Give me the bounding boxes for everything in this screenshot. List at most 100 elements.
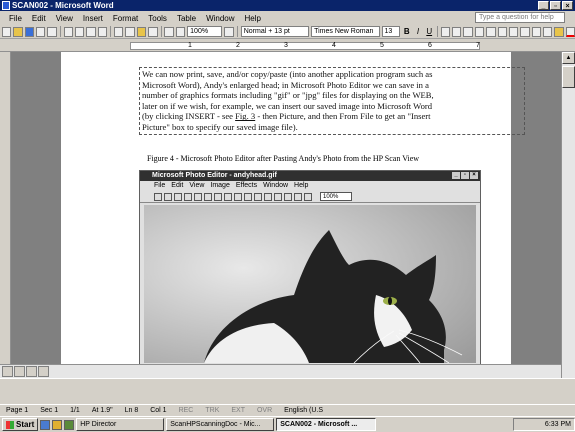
- line-spacing-icon[interactable]: [486, 26, 496, 37]
- justify-icon[interactable]: [474, 26, 485, 37]
- permission-icon[interactable]: [36, 26, 46, 37]
- document-canvas[interactable]: We can now print, save, and/or copy/past…: [11, 52, 561, 364]
- font-select[interactable]: Times New Roman: [311, 26, 380, 37]
- outline-view-icon[interactable]: [38, 366, 49, 377]
- new-document-icon[interactable]: [2, 26, 12, 37]
- help-icon[interactable]: [224, 26, 234, 37]
- help-question-box[interactable]: Type a question for help: [475, 12, 565, 23]
- font-color-icon[interactable]: [565, 26, 575, 37]
- outside-border-icon[interactable]: [542, 26, 553, 37]
- scroll-up-arrow-icon[interactable]: ▲: [562, 52, 575, 64]
- italic-button[interactable]: I: [413, 27, 422, 37]
- menu-edit[interactable]: Edit: [27, 14, 51, 23]
- status-ovr[interactable]: OVR: [251, 407, 278, 414]
- increase-indent-icon[interactable]: [531, 26, 541, 37]
- format-painter-icon[interactable]: [148, 26, 158, 37]
- normal-view-icon[interactable]: [2, 366, 13, 377]
- task-hp-director[interactable]: HP Director: [76, 418, 165, 431]
- ruler-number: 2: [236, 42, 240, 49]
- photo-editor-menu: File Edit View Image Effects Window Help: [140, 181, 480, 191]
- status-language: English (U.S: [284, 406, 324, 414]
- toolbar-separator: [110, 26, 112, 37]
- window-title: SCAN002 - Microsoft Word: [12, 1, 114, 10]
- paragraph-line: number of graphics formats including "gi…: [142, 90, 434, 101]
- text-paragraph[interactable]: We can now print, save, and/or copy/past…: [139, 67, 525, 135]
- research-icon[interactable]: [97, 26, 108, 37]
- web-layout-icon[interactable]: [14, 366, 25, 377]
- horizontal-ruler[interactable]: 1 2 3 4 5 6 7: [0, 40, 575, 52]
- spelling-icon[interactable]: [86, 26, 96, 37]
- quicklaunch-desktop-icon[interactable]: [64, 419, 75, 430]
- pe-maximize-icon: ▫: [461, 172, 469, 179]
- scroll-thumb[interactable]: [562, 66, 575, 88]
- paste-icon[interactable]: [136, 26, 147, 37]
- task-scan-doc[interactable]: ScanHPScanningDoc - Mic...: [166, 418, 275, 431]
- figure-link[interactable]: Fig. 3: [235, 111, 255, 121]
- pe-select-icon: [244, 192, 252, 201]
- system-tray-clock[interactable]: 6:33 PM: [513, 418, 575, 431]
- status-rec[interactable]: REC: [173, 407, 200, 414]
- menu-window[interactable]: Window: [201, 14, 239, 23]
- start-label: Start: [16, 420, 35, 429]
- word-app-icon[interactable]: [2, 1, 10, 10]
- undo-icon[interactable]: [164, 26, 174, 37]
- pe-text-icon: [274, 192, 282, 201]
- menu-tools[interactable]: Tools: [143, 14, 172, 23]
- pe-menu-edit: Edit: [171, 182, 184, 189]
- pe-scan-icon: [194, 192, 202, 201]
- pe-undo-icon: [234, 192, 242, 201]
- cat-head-image: [144, 205, 476, 363]
- task-scan002-word[interactable]: SCAN002 - Microsoft ...: [276, 418, 377, 431]
- cut-icon[interactable]: [114, 26, 124, 37]
- bullets-icon[interactable]: [508, 26, 519, 37]
- zoom-select[interactable]: 100%: [187, 26, 223, 37]
- center-icon[interactable]: [452, 26, 462, 37]
- align-left-icon[interactable]: [440, 26, 451, 37]
- pe-new-icon: [154, 192, 162, 201]
- email-icon[interactable]: [47, 26, 57, 37]
- highlight-icon[interactable]: [554, 26, 564, 37]
- menu-file[interactable]: File: [4, 14, 27, 23]
- style-select[interactable]: Normal + 13 pt: [240, 26, 310, 37]
- pe-transparency-icon: [304, 192, 312, 201]
- horizontal-scrollbar[interactable]: [0, 364, 561, 378]
- copy-icon[interactable]: [125, 26, 135, 37]
- decrease-indent-icon[interactable]: [520, 26, 530, 37]
- save-icon[interactable]: [24, 26, 35, 37]
- status-trk[interactable]: TRK: [199, 407, 225, 414]
- pe-cut-icon: [204, 192, 212, 201]
- restore-button[interactable]: ▫: [550, 1, 561, 10]
- document-page[interactable]: We can now print, save, and/or copy/past…: [61, 52, 525, 364]
- redo-icon[interactable]: [175, 26, 186, 37]
- menu-table[interactable]: Table: [172, 14, 201, 23]
- underline-button[interactable]: U: [425, 27, 434, 37]
- pe-effects-icon: [294, 192, 302, 201]
- minimize-button[interactable]: _: [538, 1, 549, 10]
- numbering-icon[interactable]: [497, 26, 507, 37]
- quicklaunch-ie-icon[interactable]: [40, 419, 51, 430]
- ruler-number: 6: [428, 42, 432, 49]
- pe-menu-effects: Effects: [235, 182, 258, 189]
- menu-format[interactable]: Format: [108, 14, 143, 23]
- vertical-scrollbar[interactable]: ▲: [561, 52, 575, 404]
- close-button[interactable]: ×: [562, 1, 573, 10]
- print-preview-icon[interactable]: [75, 26, 85, 37]
- align-right-icon[interactable]: [463, 26, 473, 37]
- pe-copy-icon: [214, 192, 222, 201]
- start-button[interactable]: Start: [2, 418, 39, 431]
- status-ext[interactable]: EXT: [225, 407, 251, 414]
- paragraph-line-with-link: (by clicking INSERT - see Fig. 3 - then …: [142, 111, 522, 122]
- bold-button[interactable]: B: [402, 27, 411, 37]
- print-layout-icon[interactable]: [26, 366, 37, 377]
- print-icon[interactable]: [63, 26, 74, 37]
- drawing-toolbar: [0, 378, 575, 404]
- menu-insert[interactable]: Insert: [78, 14, 108, 23]
- quicklaunch-outlook-icon[interactable]: [52, 419, 63, 430]
- font-size-select[interactable]: 13: [381, 26, 401, 37]
- menu-help[interactable]: Help: [240, 14, 266, 23]
- status-bar: Page 1 Sec 1 1/1 At 1.9" Ln 8 Col 1 REC …: [0, 404, 575, 415]
- status-column: Col 1: [150, 406, 167, 414]
- vertical-ruler[interactable]: [0, 52, 11, 364]
- open-folder-icon[interactable]: [13, 26, 23, 37]
- menu-view[interactable]: View: [51, 14, 78, 23]
